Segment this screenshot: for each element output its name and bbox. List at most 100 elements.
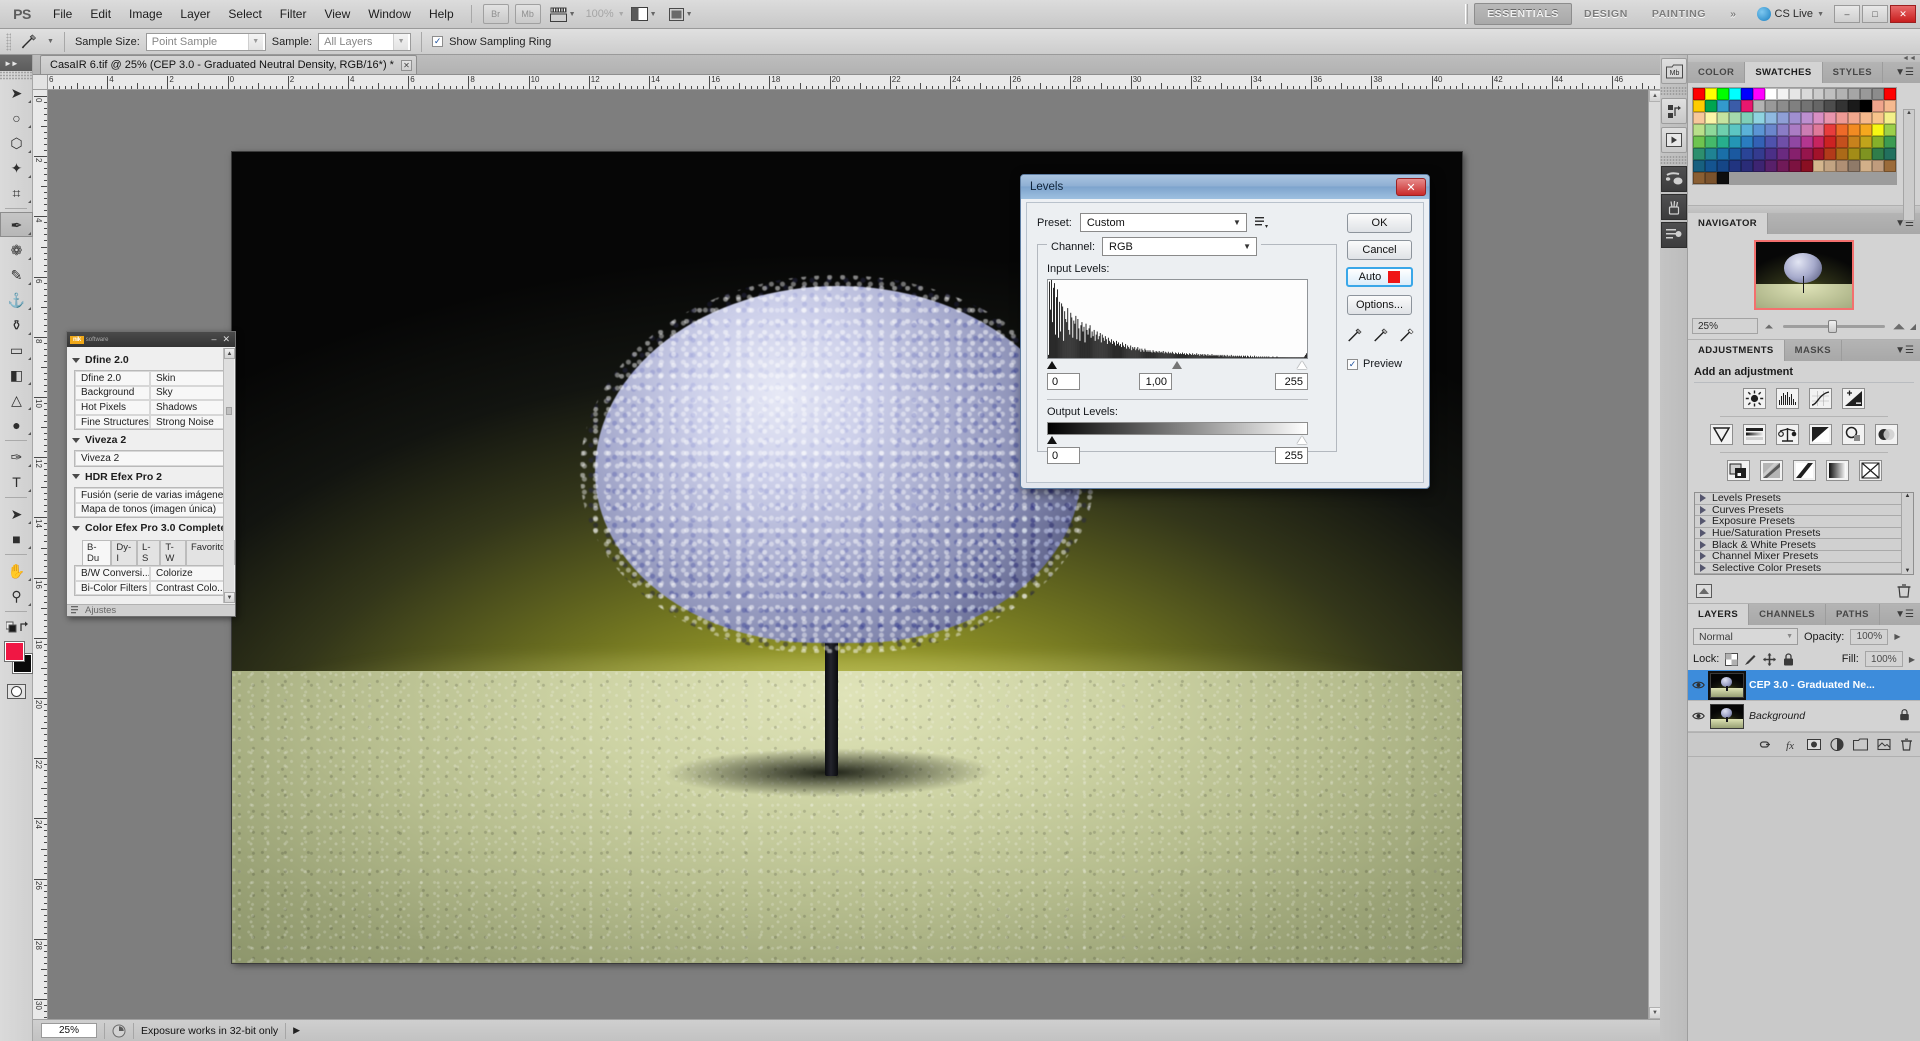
vertical-ruler[interactable]: 0 2 4 6 8 10 12 14 16 18 20 22 24 26 28 30 <box>33 90 48 1019</box>
color-swatch[interactable] <box>1776 135 1789 148</box>
rectangle-tool[interactable]: ■ <box>0 526 33 551</box>
tool-preset-chevron-icon[interactable]: ▼ <box>47 38 54 45</box>
color-swatch[interactable] <box>1788 159 1801 172</box>
vibrance-icon[interactable] <box>1710 424 1733 445</box>
color-swatch[interactable] <box>1776 99 1789 112</box>
color-swatch[interactable] <box>1728 147 1741 160</box>
output-white-marker[interactable] <box>1297 436 1307 444</box>
layer-visibility-icon[interactable] <box>1692 711 1705 721</box>
color-swatch[interactable] <box>1728 99 1741 112</box>
eraser-tool[interactable]: ▭ <box>0 337 33 362</box>
panel-menu-icon[interactable]: ▼☰ <box>1889 604 1920 625</box>
show-sampling-ring-checkbox[interactable]: ✓ <box>432 36 444 47</box>
color-swatch[interactable] <box>1872 111 1885 124</box>
color-swatch[interactable] <box>1824 147 1837 160</box>
history-brush-tool[interactable]: ⚱ <box>0 312 33 337</box>
fill-field[interactable]: 100% <box>1864 651 1903 668</box>
current-tool-icon[interactable] <box>17 32 41 52</box>
color-swatch[interactable] <box>1836 88 1849 100</box>
color-swatch[interactable] <box>1800 135 1813 148</box>
selective-color-icon[interactable] <box>1858 460 1882 481</box>
color-swatch[interactable] <box>1824 135 1837 148</box>
color-swatch[interactable] <box>1764 123 1777 136</box>
preset-row[interactable]: Channel Mixer Presets <box>1695 550 1913 563</box>
color-swatch[interactable] <box>1836 99 1849 112</box>
input-gamma-field[interactable]: 1,00 <box>1139 373 1172 390</box>
preset-select[interactable]: Custom ▼ <box>1079 213 1247 232</box>
elliptical-marquee-tool[interactable]: ○ <box>0 105 33 130</box>
color-swatch[interactable] <box>1812 88 1825 100</box>
new-group-icon[interactable] <box>1853 738 1868 751</box>
color-swatch[interactable] <box>1824 99 1837 112</box>
workspace-painting[interactable]: PAINTING <box>1640 4 1718 24</box>
panel-menu-icon[interactable]: ▼☰ <box>1889 340 1920 361</box>
horizontal-ruler[interactable]: 6 4 2 0 2 4 6 8 10 12 14 16 18 20 22 24 26 28 30 32 34 36 38 40… <box>33 75 1660 90</box>
color-swatch[interactable] <box>1716 88 1729 100</box>
layer-visibility-icon[interactable] <box>1692 680 1705 690</box>
input-histogram[interactable] <box>1047 279 1308 359</box>
foreground-color-swatch[interactable] <box>5 642 24 661</box>
resize-grip-icon[interactable]: ◢ <box>1910 322 1916 331</box>
color-swatch[interactable] <box>1884 147 1897 160</box>
actions-rail-button[interactable] <box>1661 127 1687 153</box>
opacity-stepper-icon[interactable]: ▶ <box>1894 632 1900 641</box>
presets-scrollbar[interactable]: ▲ ▼ <box>1901 493 1913 575</box>
color-swatch[interactable] <box>1800 159 1813 172</box>
color-swatch[interactable] <box>1716 111 1729 124</box>
preset-row[interactable]: Levels Presets <box>1695 492 1913 505</box>
close-icon[interactable]: ✕ <box>1396 178 1426 196</box>
input-gamma-marker[interactable] <box>1172 361 1182 369</box>
curves-icon[interactable] <box>1809 388 1832 409</box>
view-extras-button[interactable]: ▼ <box>549 7 576 22</box>
history-rail-button[interactable] <box>1661 98 1687 124</box>
collapse-icon[interactable]: ◄◄ <box>1902 55 1916 62</box>
nik-scroll-grip[interactable] <box>226 407 232 415</box>
nik-filter-button[interactable]: Fine Structures <box>75 414 150 430</box>
set-gray-point-eyedropper[interactable] <box>1373 327 1389 343</box>
clip-to-layer-icon[interactable] <box>1696 584 1712 599</box>
mini-bridge-rail-button[interactable]: Mb <box>1661 58 1687 84</box>
minimize-button[interactable]: – <box>1834 5 1860 23</box>
lock-transparency-icon[interactable] <box>1725 652 1739 666</box>
launch-mini-bridge-button[interactable]: Mb <box>514 4 541 24</box>
color-swatch[interactable] <box>1728 135 1741 148</box>
nik-category-tab[interactable]: Dy-I <box>111 540 138 566</box>
maximize-button[interactable]: □ <box>1862 5 1888 23</box>
color-swatch[interactable] <box>1872 147 1885 160</box>
menu-view[interactable]: View <box>315 4 359 24</box>
nik-filter-button[interactable]: Mapa de tonos (imagen única) <box>75 502 225 518</box>
color-swatch[interactable] <box>1860 123 1873 136</box>
nik-category-tab[interactable]: L-S <box>137 540 161 566</box>
channel-select[interactable]: RGB ▼ <box>1102 237 1258 256</box>
color-swatch[interactable] <box>1764 159 1777 172</box>
tab-paths[interactable]: PATHS <box>1826 604 1880 626</box>
color-swatch[interactable] <box>1693 159 1705 172</box>
color-swatch[interactable] <box>1704 99 1717 112</box>
color-swatch[interactable] <box>1884 99 1897 112</box>
color-swatch[interactable] <box>1740 135 1753 148</box>
pen-tool[interactable]: ✑ <box>0 444 33 469</box>
quick-mask-toggle[interactable] <box>0 680 33 702</box>
workspace-grip[interactable] <box>1465 4 1469 24</box>
color-swatch[interactable] <box>1860 159 1873 172</box>
nik-filter-button[interactable]: Skin <box>150 371 225 386</box>
nik-filter-button[interactable]: Hot Pixels <box>75 400 150 415</box>
navigator-zoom-field[interactable]: 25% <box>1692 318 1758 334</box>
menu-file[interactable]: File <box>44 4 81 24</box>
quick-selection-tool[interactable]: ✦ <box>0 155 33 180</box>
tab-color[interactable]: COLOR <box>1688 62 1746 83</box>
color-swatch[interactable] <box>1860 88 1873 100</box>
nik-group-header[interactable]: HDR Efex Pro 2 <box>70 467 235 487</box>
preset-row[interactable]: Curves Presets <box>1695 504 1913 517</box>
spot-healing-brush-tool[interactable]: ❁ <box>0 237 33 262</box>
cancel-button[interactable]: Cancel <box>1347 240 1412 260</box>
nik-filter-button[interactable]: Fusión (serie de varias imágenes) <box>75 487 225 503</box>
link-layers-icon[interactable] <box>1759 738 1773 751</box>
preset-row[interactable]: Selective Color Presets <box>1695 562 1913 575</box>
color-swatch[interactable] <box>1693 171 1705 184</box>
color-swatch[interactable] <box>1872 135 1885 148</box>
zoom-out-icon[interactable] <box>1765 324 1773 328</box>
menu-edit[interactable]: Edit <box>81 4 120 24</box>
workspace-more-button[interactable]: » <box>1718 4 1748 24</box>
posterize-icon[interactable] <box>1759 460 1783 481</box>
